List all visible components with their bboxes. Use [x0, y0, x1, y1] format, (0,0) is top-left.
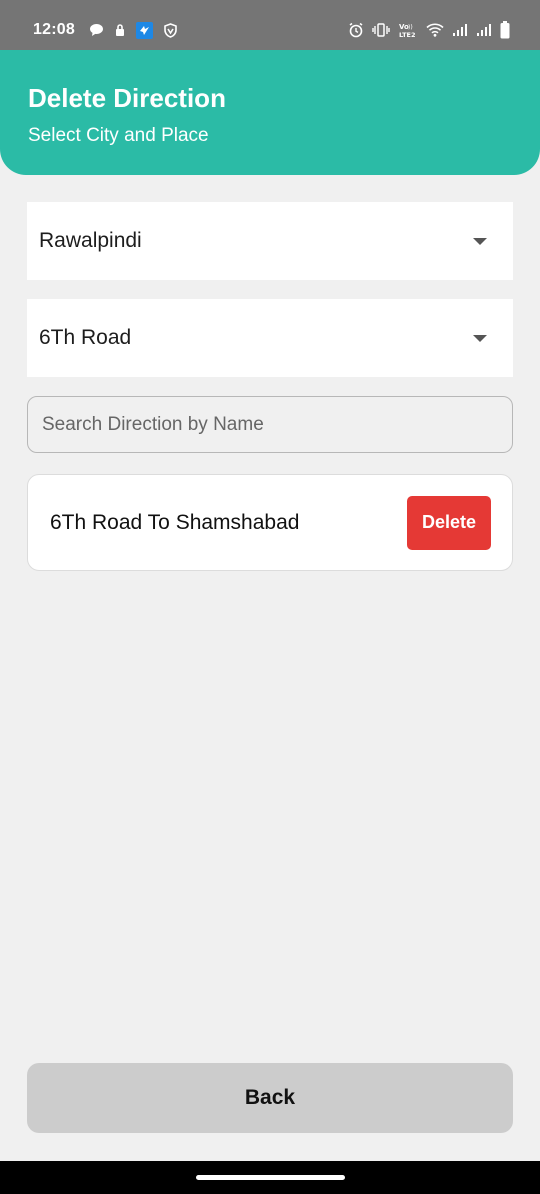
page-subtitle: Select City and Place	[28, 125, 209, 146]
city-dropdown-value: Rawalpindi	[39, 229, 142, 252]
chevron-down-icon	[473, 237, 487, 245]
sim-lock-icon	[114, 23, 126, 37]
wifi-icon	[426, 23, 444, 37]
status-time: 12:08	[33, 21, 75, 38]
page-title: Delete Direction	[28, 83, 226, 113]
direction-name: 6Th Road To Shamshabad	[50, 510, 300, 534]
alarm-icon	[348, 22, 364, 38]
place-dropdown-value: 6Th Road	[39, 326, 132, 349]
volte-text-bottom: LTE2	[399, 31, 415, 38]
status-bar-right: Vo)) LTE2	[348, 21, 510, 39]
status-bar-left: 12:08	[33, 21, 178, 39]
signal-icon-2	[476, 23, 492, 37]
city-dropdown[interactable]: Rawalpindi	[27, 202, 513, 280]
vibrate-icon	[372, 23, 390, 37]
chat-bubble-icon	[89, 23, 104, 37]
signal-icon	[452, 23, 468, 37]
search-direction-input[interactable]	[27, 396, 513, 453]
delete-direction-screen: 12:08 Vo)) LTE2 Delete Direction Select …	[0, 0, 540, 1194]
navigation-bar	[0, 1161, 540, 1194]
delete-button[interactable]: Delete	[407, 495, 491, 550]
back-button[interactable]: Back	[27, 1063, 513, 1133]
app-notification-icon	[135, 21, 153, 39]
place-dropdown[interactable]: 6Th Road	[27, 299, 513, 377]
home-gesture-handle[interactable]	[196, 1175, 345, 1180]
chevron-down-icon	[473, 334, 487, 342]
volte-icon: Vo)) LTE2	[398, 22, 418, 38]
battery-icon	[500, 21, 510, 39]
vpn-shield-icon	[163, 22, 178, 38]
volte-text-bars: ))	[408, 24, 413, 31]
list-item: 6Th Road To Shamshabad Delete	[27, 474, 513, 571]
app-header: Delete Direction Select City and Place	[0, 50, 540, 175]
